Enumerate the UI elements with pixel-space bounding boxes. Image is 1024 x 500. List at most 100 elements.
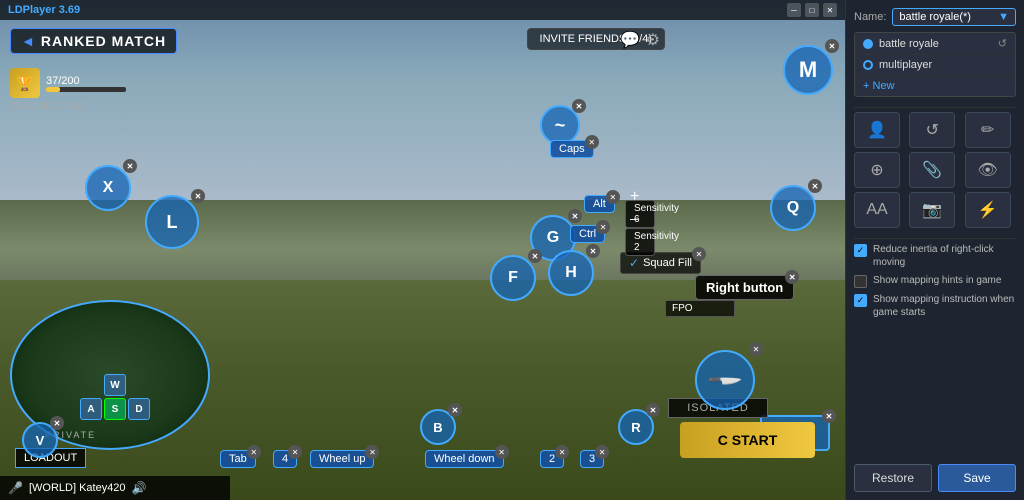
plus-icon[interactable]: + xyxy=(630,188,639,206)
profile-name: battle royale(*) xyxy=(899,11,971,23)
m-key[interactable]: M ✕ xyxy=(783,45,833,95)
q-key[interactable]: Q ✕ xyxy=(770,185,816,231)
new-profile-label: + New xyxy=(863,80,895,92)
tool-grid: 👤 ↺ ✏ ⊕ 📎 👁 AA 📷 ⚡ xyxy=(854,112,1016,228)
tool-rotate-button[interactable]: ↺ xyxy=(909,112,955,148)
tab-key[interactable]: Tab ✕ xyxy=(220,450,256,468)
reduce-inertia-row: ✓ Reduce inertia of right-click moving xyxy=(854,243,1016,269)
wheel-up-key[interactable]: Wheel up ✕ xyxy=(310,450,374,468)
profile-item-battle-royale[interactable]: battle royale ↺ xyxy=(855,33,1015,55)
volume-icon: 🔊 xyxy=(132,481,147,495)
v-key[interactable]: V ✕ xyxy=(22,422,58,458)
m-close[interactable]: ✕ xyxy=(825,39,839,53)
squad-fill-label: Squad Fill xyxy=(643,257,692,269)
name-label: Name: xyxy=(854,11,886,23)
ranked-match-badge: ◄ RANKED MATCH xyxy=(10,28,177,54)
tool-clip-button[interactable]: 📎 xyxy=(909,152,955,188)
save-button[interactable]: Save xyxy=(938,464,1016,492)
l-key[interactable]: L ✕ xyxy=(145,195,199,249)
ranked-match-title: RANKED MATCH xyxy=(41,33,166,49)
right-panel: Name: battle royale(*) ▼ battle royale ↺… xyxy=(845,0,1024,500)
b-key[interactable]: B ✕ xyxy=(420,409,456,445)
num4-key[interactable]: 4 ✕ xyxy=(273,450,297,468)
f-close[interactable]: ✕ xyxy=(528,249,542,263)
tool-person-button[interactable]: 👤 xyxy=(854,112,900,148)
h-key[interactable]: H ✕ xyxy=(548,250,594,296)
q-close[interactable]: ✕ xyxy=(808,179,822,193)
chat-icon[interactable]: 💬 xyxy=(620,30,640,50)
check-icon-2: ✓ xyxy=(857,295,865,306)
knife-button[interactable]: 🔪 xyxy=(695,350,755,410)
r-close[interactable]: ✕ xyxy=(646,403,660,417)
restore-button[interactable]: Restore xyxy=(854,464,932,492)
start-button[interactable]: C START xyxy=(680,422,815,458)
tool-crosshair-button[interactable]: ⊕ xyxy=(854,152,900,188)
profile-item-multiplayer[interactable]: multiplayer xyxy=(855,55,1015,76)
l-close[interactable]: ✕ xyxy=(191,189,205,203)
right-button-tooltip: Right button ✕ xyxy=(695,275,794,300)
caps-label[interactable]: Caps ✕ xyxy=(550,140,594,158)
profile-dropdown[interactable]: battle royale(*) ▼ xyxy=(892,8,1016,26)
tab-close[interactable]: ✕ xyxy=(247,445,261,459)
name-row: Name: battle royale(*) ▼ xyxy=(854,8,1016,26)
new-profile-button[interactable]: + New xyxy=(855,76,1015,96)
tool-edit-button[interactable]: ✏ xyxy=(965,112,1011,148)
check-icon: ✓ xyxy=(857,245,865,256)
maximize-button[interactable]: □ xyxy=(805,3,819,17)
knife-close[interactable]: ✕ xyxy=(749,342,763,356)
back-arrow-icon: ◄ xyxy=(21,33,35,49)
a-key: A xyxy=(80,398,102,420)
sensitivity-2-bar: Sensitivity 2 xyxy=(625,228,655,256)
reduce-inertia-label: Reduce inertia of right-click moving xyxy=(873,243,1016,269)
xp-icon: 🏆 xyxy=(10,68,40,98)
settings-gear-icon[interactable]: ⚙ xyxy=(646,30,660,50)
g-close[interactable]: ✕ xyxy=(568,209,582,223)
invite-friends: INVITE FRIENDS (0/4) xyxy=(527,28,665,50)
season-details: 🏆 37/200 SEASON DETAILS xyxy=(10,68,126,111)
player-name: [WORLD] Katey420 xyxy=(29,482,126,494)
tilde-key[interactable]: ~ ✕ xyxy=(540,105,580,145)
tool-lightning-button[interactable]: ⚡ xyxy=(965,192,1011,228)
show-hints-row: Show mapping hints in game xyxy=(854,274,1016,288)
game-area: LDPlayer 3.69 ─ □ ✕ ◄ RANKED MATCH 🏆 37/… xyxy=(0,0,845,500)
reduce-inertia-checkbox[interactable]: ✓ xyxy=(854,244,867,257)
profile-multiplayer-label: multiplayer xyxy=(879,59,932,71)
num2-key[interactable]: 2 ✕ xyxy=(540,450,564,468)
minimize-button[interactable]: ─ xyxy=(787,3,801,17)
wheel-down-key[interactable]: Wheel down ✕ xyxy=(425,450,504,468)
ctrl-close[interactable]: ✕ xyxy=(596,220,610,234)
x-close[interactable]: ✕ xyxy=(123,159,137,173)
tilde-label: ~ xyxy=(555,115,566,136)
refresh-icon[interactable]: ↺ xyxy=(998,37,1007,50)
squad-check-icon: ✓ xyxy=(629,256,639,270)
x-key[interactable]: X ✕ xyxy=(85,165,131,211)
wasd-indicator: W A S D xyxy=(80,374,150,420)
alt-close[interactable]: ✕ xyxy=(606,190,620,204)
titlebar: LDPlayer 3.69 ─ □ ✕ xyxy=(0,0,845,20)
b-close[interactable]: ✕ xyxy=(448,403,462,417)
squad-fill-close[interactable]: ✕ xyxy=(692,247,706,261)
h-close[interactable]: ✕ xyxy=(586,244,600,258)
show-hints-label: Show mapping hints in game xyxy=(873,274,1001,287)
num3-key[interactable]: 3 ✕ xyxy=(580,450,604,468)
minus-icon[interactable]: – xyxy=(630,210,638,226)
alt-label[interactable]: Alt ✕ xyxy=(584,195,615,213)
caps-close[interactable]: ✕ xyxy=(585,135,599,149)
r-key[interactable]: R ✕ xyxy=(618,409,654,445)
divider-2 xyxy=(854,238,1016,239)
close-button[interactable]: ✕ xyxy=(823,3,837,17)
show-instruction-row: ✓ Show mapping instruction when game sta… xyxy=(854,293,1016,319)
show-instruction-checkbox[interactable]: ✓ xyxy=(854,294,867,307)
v-close[interactable]: ✕ xyxy=(50,416,64,430)
f-key[interactable]: F ✕ xyxy=(490,255,536,301)
divider-1 xyxy=(854,107,1016,108)
tool-text-button[interactable]: AA xyxy=(854,192,900,228)
tool-camera-button[interactable]: 📷 xyxy=(909,192,955,228)
space-close[interactable]: ✕ xyxy=(822,409,836,423)
show-hints-checkbox[interactable] xyxy=(854,275,867,288)
wheel-down-close[interactable]: ✕ xyxy=(495,445,509,459)
ctrl-label[interactable]: Ctrl ✕ xyxy=(570,225,605,243)
tool-eye-button[interactable]: 👁 xyxy=(965,152,1011,188)
s-key: S xyxy=(104,398,126,420)
tilde-close[interactable]: ✕ xyxy=(572,99,586,113)
